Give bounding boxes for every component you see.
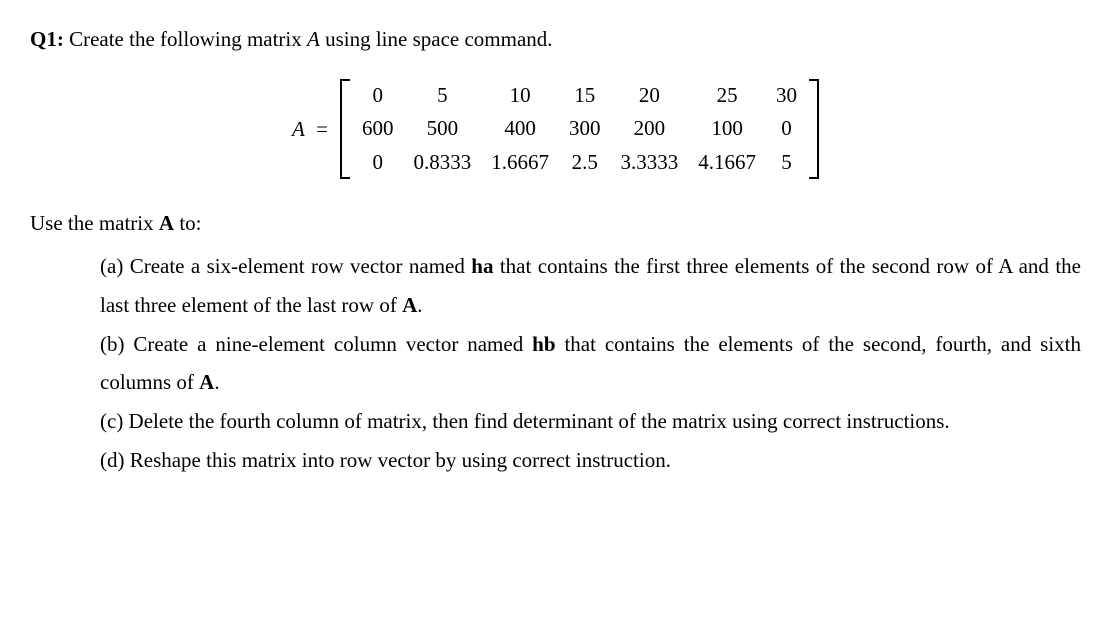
matrix-symbol-A: A bbox=[292, 117, 305, 141]
part-c-text: (c) Delete the fourth column of matrix, … bbox=[100, 409, 950, 433]
subprompt: Use the matrix A to: bbox=[30, 204, 1081, 243]
part-a-A: A bbox=[402, 293, 417, 317]
subprompt-after: to: bbox=[174, 211, 201, 235]
matrix-bracket-left bbox=[340, 79, 350, 179]
matrix-lhs: A = bbox=[292, 110, 330, 149]
matrix-cell: 300 bbox=[559, 112, 611, 145]
parts-list: (a) Create a six-element row vector name… bbox=[30, 247, 1081, 480]
part-a-end: . bbox=[417, 293, 422, 317]
matrix-cell: 4.1667 bbox=[688, 146, 766, 179]
matrix-cell: 0 bbox=[766, 112, 807, 145]
part-b-pre: (b) Create a nine-element column vector … bbox=[100, 332, 532, 356]
matrix-cell: 5 bbox=[403, 79, 481, 112]
matrix-cell: 25 bbox=[688, 79, 766, 112]
matrix-cell: 200 bbox=[610, 112, 688, 145]
matrix-cell: 0 bbox=[352, 79, 404, 112]
subprompt-pre: Use the matrix bbox=[30, 211, 159, 235]
part-b: (b) Create a nine-element column vector … bbox=[100, 325, 1081, 403]
subprompt-A: A bbox=[159, 211, 174, 235]
part-a-pre: (a) Create a six-element row vector name… bbox=[100, 254, 471, 278]
part-a-ha: ha bbox=[471, 254, 493, 278]
matrix-cell: 500 bbox=[403, 112, 481, 145]
matrix-bracket-right bbox=[809, 79, 819, 179]
matrix-cell: 0.8333 bbox=[403, 146, 481, 179]
part-a: (a) Create a six-element row vector name… bbox=[100, 247, 1081, 325]
q-matrix-A: A bbox=[307, 27, 320, 51]
part-b-end: . bbox=[214, 370, 219, 394]
matrix-row: 0 5 10 15 20 25 30 bbox=[352, 79, 807, 112]
matrix-cell: 400 bbox=[481, 112, 559, 145]
matrix-cell: 1.6667 bbox=[481, 146, 559, 179]
question-header: Q1: Create the following matrix A using … bbox=[30, 20, 1081, 59]
matrix-cell: 30 bbox=[766, 79, 807, 112]
matrix-cell: 15 bbox=[559, 79, 611, 112]
matrix-cell: 0 bbox=[352, 146, 404, 179]
matrix-cell: 100 bbox=[688, 112, 766, 145]
part-b-hb: hb bbox=[532, 332, 555, 356]
matrix-row: 0 0.8333 1.6667 2.5 3.3333 4.1667 5 bbox=[352, 146, 807, 179]
part-d: (d) Reshape this matrix into row vector … bbox=[100, 441, 1081, 480]
matrix-cell: 3.3333 bbox=[610, 146, 688, 179]
matrix-cell: 10 bbox=[481, 79, 559, 112]
q-text-2: using line space command. bbox=[320, 27, 553, 51]
part-d-text: (d) Reshape this matrix into row vector … bbox=[100, 448, 671, 472]
question-label: Q1: bbox=[30, 27, 64, 51]
part-b-A: A bbox=[199, 370, 214, 394]
matrix-cell: 2.5 bbox=[559, 146, 611, 179]
equals-sign: = bbox=[311, 117, 328, 141]
matrix-row: 600 500 400 300 200 100 0 bbox=[352, 112, 807, 145]
part-c: (c) Delete the fourth column of matrix, … bbox=[100, 402, 1081, 441]
matrix-equation: A = 0 5 10 15 20 25 30 600 500 400 300 2… bbox=[30, 79, 1081, 179]
q-text-1: Create the following matrix bbox=[64, 27, 307, 51]
matrix-cell: 600 bbox=[352, 112, 404, 145]
matrix-table: 0 5 10 15 20 25 30 600 500 400 300 200 1… bbox=[352, 79, 807, 179]
matrix-cell: 20 bbox=[610, 79, 688, 112]
matrix-cell: 5 bbox=[766, 146, 807, 179]
